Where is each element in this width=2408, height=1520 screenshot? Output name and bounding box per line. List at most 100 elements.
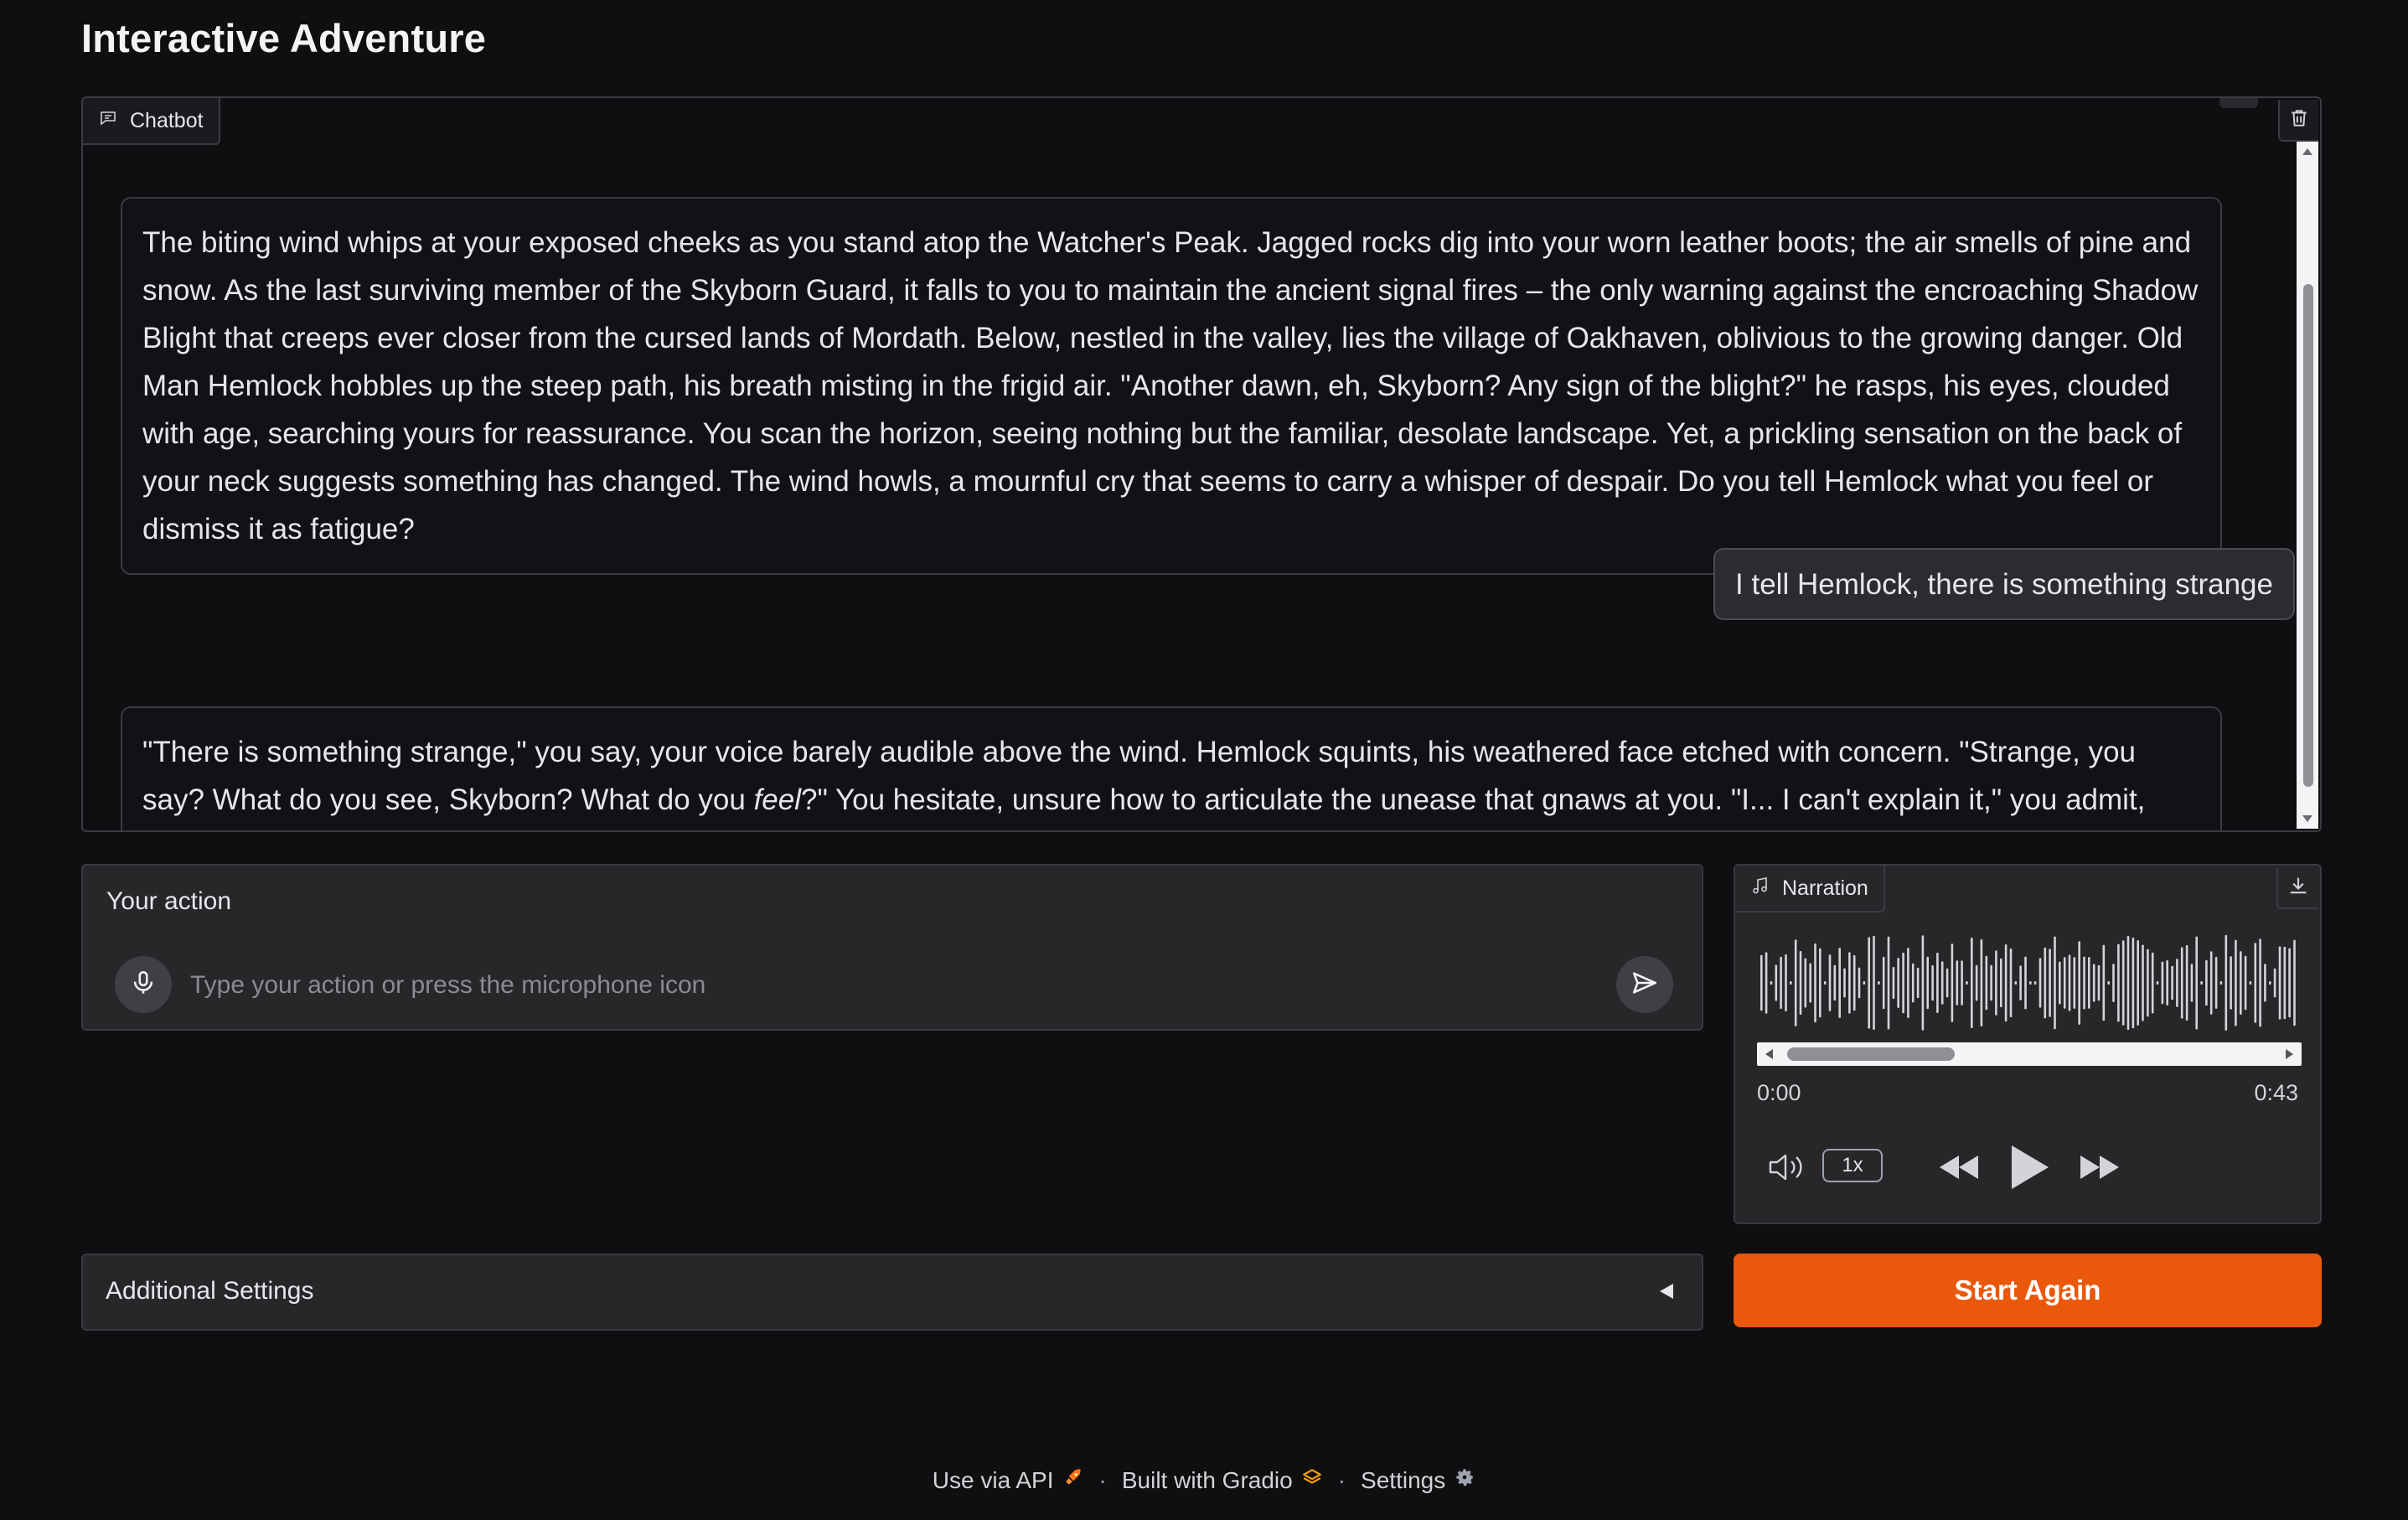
chat-icon: [98, 108, 118, 134]
playback-controls: 1x: [1735, 1134, 2320, 1201]
waveform-bar: [2264, 964, 2266, 1002]
chat-scrollbar[interactable]: [2297, 142, 2318, 829]
scroll-thumb[interactable]: [2303, 284, 2313, 787]
waveform-bar: [1878, 981, 1880, 985]
waveform-bar: [1828, 954, 1832, 1011]
waveform-bar: [2092, 964, 2095, 1002]
use-via-api-link[interactable]: Use via API: [933, 1466, 1084, 1494]
waveform-bar: [2142, 944, 2144, 1021]
waveform-bar: [2107, 981, 2110, 985]
microphone-button[interactable]: [115, 956, 172, 1013]
waveform-bar: [1794, 939, 1797, 1026]
narration-label: Narration: [1782, 876, 1868, 900]
waveform-bar: [1911, 963, 1915, 1003]
gradio-logo-icon: [1301, 1466, 1323, 1494]
waveform-bar: [1775, 964, 1778, 1001]
chatbot-label-tag: Chatbot: [83, 98, 220, 145]
waveform-bar: [2225, 934, 2228, 1031]
waveform-bar: [2117, 944, 2120, 1022]
waveform-bar: [2259, 938, 2261, 1027]
start-again-button[interactable]: Start Again: [1734, 1254, 2322, 1327]
settings-link[interactable]: Settings: [1361, 1466, 1475, 1494]
waveform-bar: [2209, 951, 2213, 1015]
waveform-bar: [2121, 940, 2125, 1026]
waveform-bar: [2288, 948, 2291, 1018]
waveform-bar: [1921, 935, 1925, 1031]
waveform-bar: [2132, 938, 2135, 1029]
volume-button[interactable]: [1765, 1147, 1809, 1187]
waveform-bar: [1892, 967, 1895, 999]
waveform-bar: [2019, 965, 2022, 1000]
waveform-bar: [1823, 981, 1827, 985]
share-button[interactable]: [2219, 98, 2258, 108]
scroll-up-arrow-icon[interactable]: [2302, 148, 2312, 155]
action-input[interactable]: [189, 959, 1549, 1011]
waveform-scroll-thumb[interactable]: [1787, 1047, 1955, 1061]
waveform-bar: [2147, 949, 2149, 1017]
bot-message: "There is something strange," you say, y…: [121, 706, 2222, 830]
scroll-left-arrow-icon[interactable]: [1765, 1049, 1773, 1059]
settings-label: Settings: [1361, 1466, 1446, 1493]
waveform-bar: [2102, 944, 2106, 1021]
waveform-scrollbar[interactable]: [1757, 1042, 2302, 1066]
scroll-right-arrow-icon[interactable]: [2286, 1049, 2293, 1059]
waveform-bar: [1931, 965, 1934, 1001]
download-button[interactable]: [2276, 867, 2318, 909]
scroll-down-arrow-icon[interactable]: [2302, 815, 2312, 822]
waveform-bar: [2235, 939, 2237, 1026]
waveform-bar: [1848, 952, 1851, 1014]
waveform-bar: [1902, 952, 1904, 1014]
waveform-bar: [2269, 981, 2271, 985]
music-note-icon: [1750, 876, 1770, 902]
waveform-bar: [2068, 954, 2071, 1011]
waveform-bar: [2240, 951, 2242, 1015]
additional-settings-accordion[interactable]: Additional Settings: [81, 1254, 1703, 1331]
audio-waveform[interactable]: [1757, 933, 2302, 1033]
waveform-bar: [1971, 938, 1973, 1028]
page-title: Interactive Adventure: [81, 16, 487, 60]
waveform-bar: [2293, 939, 2296, 1026]
waveform-bar: [1985, 955, 1988, 1011]
waveform-bar: [1814, 943, 1816, 1023]
waveform-bar: [2244, 955, 2247, 1011]
waveform-bar: [2044, 947, 2047, 1019]
current-time: 0:00: [1757, 1080, 1801, 1105]
waveform-bar: [1926, 956, 1929, 1010]
waveform-bar: [2180, 947, 2183, 1019]
rewind-button[interactable]: [1936, 1150, 1982, 1184]
waveform-bar: [2126, 936, 2130, 1030]
play-button[interactable]: [2005, 1142, 2052, 1192]
waveform-bar: [1966, 981, 1968, 985]
rocket-icon: [1062, 1466, 1084, 1494]
waveform-bar: [1887, 936, 1890, 1030]
waveform-bar: [1760, 954, 1763, 1011]
waveform-bar: [1907, 948, 1909, 1018]
send-button[interactable]: [1616, 956, 1673, 1013]
send-icon: [1630, 969, 1659, 1001]
clear-chat-button[interactable]: [2278, 100, 2318, 142]
rewind-icon: [1940, 1156, 1978, 1179]
waveform-bar: [1882, 956, 1885, 1010]
waveform-bar: [2205, 959, 2208, 1006]
waveform-bar: [2166, 960, 2168, 1006]
waveform-bar: [2161, 961, 2164, 1005]
waveform-bar: [2230, 956, 2232, 1010]
built-with-gradio-link[interactable]: Built with Gradio: [1122, 1466, 1323, 1494]
waveform-bar: [2073, 957, 2076, 1009]
waveform-bar: [2029, 981, 2032, 985]
waveform-bar: [1936, 953, 1939, 1013]
waveform-bar: [2078, 941, 2080, 1025]
waveform-bar: [1780, 956, 1782, 1009]
waveform-bar: [2059, 961, 2061, 1005]
waveform-bar: [1833, 964, 1837, 1001]
waveform-bar: [2200, 981, 2203, 985]
waveform-bar: [1790, 981, 1792, 985]
footer-separator: ·: [1337, 1466, 1346, 1493]
user-message: I tell Hemlock, there is something stran…: [1713, 548, 2295, 620]
playback-speed-button[interactable]: 1x: [1822, 1149, 1883, 1182]
waveform-bar: [1897, 958, 1899, 1008]
waveform-bar: [2195, 936, 2198, 1030]
fast-forward-button[interactable]: [2077, 1150, 2122, 1184]
waveform-bar: [2278, 946, 2281, 1020]
waveform-bar: [1804, 958, 1807, 1008]
